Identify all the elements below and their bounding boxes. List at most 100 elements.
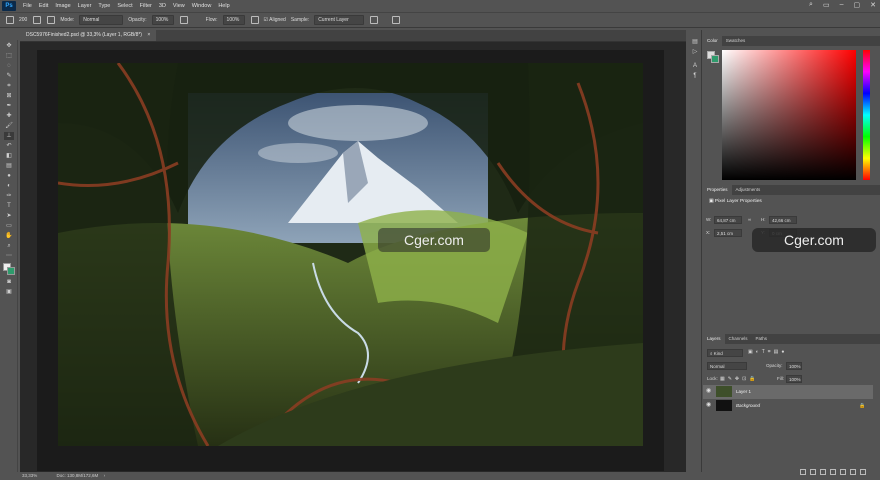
filter-kind-select[interactable]: ⌕ Kind — [707, 349, 743, 357]
shape-tool-icon[interactable]: ▭ — [4, 222, 14, 230]
fill-field[interactable]: 100% — [786, 375, 802, 383]
actions-panel-icon[interactable]: ▷ — [690, 48, 700, 56]
layer-filter-icons[interactable]: ▣◐T⌗▤● — [748, 349, 787, 355]
marquee-tool-icon[interactable]: ⬚ — [4, 52, 14, 60]
airbrush-icon[interactable] — [250, 16, 259, 24]
menu-type[interactable]: Type — [98, 3, 110, 9]
hand-tool-icon[interactable]: ✋ — [4, 232, 14, 240]
background-color-chip[interactable] — [711, 55, 719, 63]
document-tab[interactable]: DSC5976Finished2.psd @ 33,3% (Layer 1, R… — [20, 30, 157, 41]
path-select-tool-icon[interactable]: ➤ — [4, 212, 14, 220]
clone-stamp-tool-icon[interactable]: ⊥ — [4, 132, 14, 140]
menu-filter[interactable]: Filter — [140, 3, 152, 9]
zoom-tool-icon[interactable]: ⌕ — [4, 242, 14, 250]
visibility-eye-icon[interactable]: ◉ — [706, 402, 712, 408]
clone-stamp-tool-icon[interactable] — [6, 16, 14, 24]
type-tool-icon[interactable]: T — [4, 202, 14, 210]
landscape-photo[interactable] — [58, 63, 643, 446]
lasso-tool-icon[interactable]: ◌ — [4, 62, 14, 70]
eraser-tool-icon[interactable]: ◧ — [4, 152, 14, 160]
pressure-size-icon[interactable] — [392, 16, 401, 24]
layer-name[interactable]: Background — [736, 399, 760, 413]
menu-layer[interactable]: Layer — [78, 3, 92, 9]
history-panel-icon[interactable]: ▤ — [690, 38, 700, 46]
color-picker-field[interactable] — [722, 50, 856, 180]
quick-mask-icon[interactable]: ◙ — [4, 278, 14, 286]
flow-label: Flow: — [205, 17, 218, 23]
hue-slider[interactable] — [863, 50, 870, 180]
pressure-opacity-icon[interactable] — [179, 16, 188, 24]
status-arrow-icon[interactable]: › — [104, 473, 106, 478]
screen-mode-icon[interactable]: ▣ — [4, 288, 14, 296]
layer-row[interactable]: ◉ Background 🔒 — [703, 399, 873, 413]
clone-source-icon[interactable] — [47, 16, 56, 24]
close-button[interactable]: ✕ — [870, 1, 876, 9]
color-swatches[interactable] — [0, 262, 17, 276]
menu-edit[interactable]: Edit — [39, 3, 48, 9]
flow-field[interactable]: 100% — [222, 15, 245, 25]
x-field[interactable]: 2,51 cm — [714, 229, 742, 237]
move-tool-icon[interactable]: ✥ — [4, 42, 14, 50]
document-info[interactable]: Doc: 130,8M/172,6M — [57, 473, 99, 478]
adjustment-layer-icon[interactable] — [830, 469, 836, 475]
link-icon[interactable]: ∞ — [748, 217, 751, 222]
crop-tool-icon[interactable]: ⌗ — [4, 82, 14, 90]
close-tab-icon[interactable]: × — [147, 32, 150, 38]
aligned-checkbox[interactable]: ☑ Aligned — [264, 17, 286, 23]
tab-properties[interactable]: Properties — [703, 185, 732, 195]
mode-select[interactable]: Normal — [79, 15, 124, 25]
tab-paths[interactable]: Paths — [752, 334, 772, 344]
gradient-tool-icon[interactable]: ▤ — [4, 162, 14, 170]
menu-select[interactable]: Select — [117, 3, 132, 9]
brush-settings-icon[interactable] — [33, 16, 42, 24]
width-field[interactable]: 64,87 cm — [714, 216, 742, 224]
menu-view[interactable]: View — [173, 3, 185, 9]
tab-swatches[interactable]: Swatches — [722, 36, 750, 46]
menu-help[interactable]: Help — [218, 3, 229, 9]
layer-opacity-field[interactable]: 100% — [786, 362, 802, 370]
layer-row[interactable]: ◉ Layer 1 — [703, 385, 873, 399]
frame-tool-icon[interactable]: ⊠ — [4, 92, 14, 100]
height-field[interactable]: 42,66 cm — [769, 216, 797, 224]
layer-style-icon[interactable] — [810, 469, 816, 475]
brush-tool-icon[interactable]: 🖌 — [4, 122, 14, 130]
brush-size[interactable]: 200 — [19, 17, 27, 23]
search-icon[interactable]: ⌕ — [809, 1, 813, 9]
paragraph-panel-icon[interactable]: ¶ — [690, 72, 700, 80]
link-layers-icon[interactable] — [800, 469, 806, 475]
maximize-button[interactable]: ▢ — [854, 1, 861, 9]
eyedropper-tool-icon[interactable]: ✒ — [4, 102, 14, 110]
pen-tool-icon[interactable]: ✑ — [4, 192, 14, 200]
ignore-adjustment-icon[interactable] — [370, 16, 379, 24]
healing-tool-icon[interactable]: ✚ — [4, 112, 14, 120]
sample-select[interactable]: Current Layer — [314, 15, 365, 25]
history-brush-tool-icon[interactable]: ↶ — [4, 142, 14, 150]
blend-mode-select[interactable]: Normal — [707, 362, 747, 370]
menu-window[interactable]: Window — [192, 3, 212, 9]
lock-icons[interactable]: ▦✎✥⊡🔒 — [720, 376, 759, 382]
tab-color[interactable]: Color — [703, 36, 722, 46]
new-layer-icon[interactable] — [850, 469, 856, 475]
x-label: X: — [706, 230, 711, 235]
zoom-level[interactable]: 33,33% — [22, 473, 37, 478]
background-color-swatch[interactable] — [7, 267, 15, 275]
tab-adjustments[interactable]: Adjustments — [732, 185, 765, 195]
group-icon[interactable] — [840, 469, 846, 475]
delete-layer-icon[interactable] — [860, 469, 866, 475]
menu-file[interactable]: File — [23, 3, 32, 9]
workspace-icon[interactable]: ▭ — [823, 1, 830, 9]
blur-tool-icon[interactable]: ● — [4, 172, 14, 180]
more-tools-icon[interactable]: ⋯ — [4, 252, 14, 260]
menu-3d[interactable]: 3D — [159, 3, 166, 9]
menu-image[interactable]: Image — [55, 3, 70, 9]
opacity-field[interactable]: 100% — [151, 15, 174, 25]
dodge-tool-icon[interactable]: ◐ — [4, 182, 14, 190]
tab-channels[interactable]: Channels — [725, 334, 752, 344]
character-panel-icon[interactable]: A — [690, 62, 700, 70]
layer-name[interactable]: Layer 1 — [736, 385, 751, 399]
quick-select-tool-icon[interactable]: ✎ — [4, 72, 14, 80]
layer-mask-icon[interactable] — [820, 469, 826, 475]
visibility-eye-icon[interactable]: ◉ — [706, 388, 712, 394]
tab-layers[interactable]: Layers — [703, 334, 725, 344]
minimize-button[interactable]: – — [840, 1, 844, 9]
